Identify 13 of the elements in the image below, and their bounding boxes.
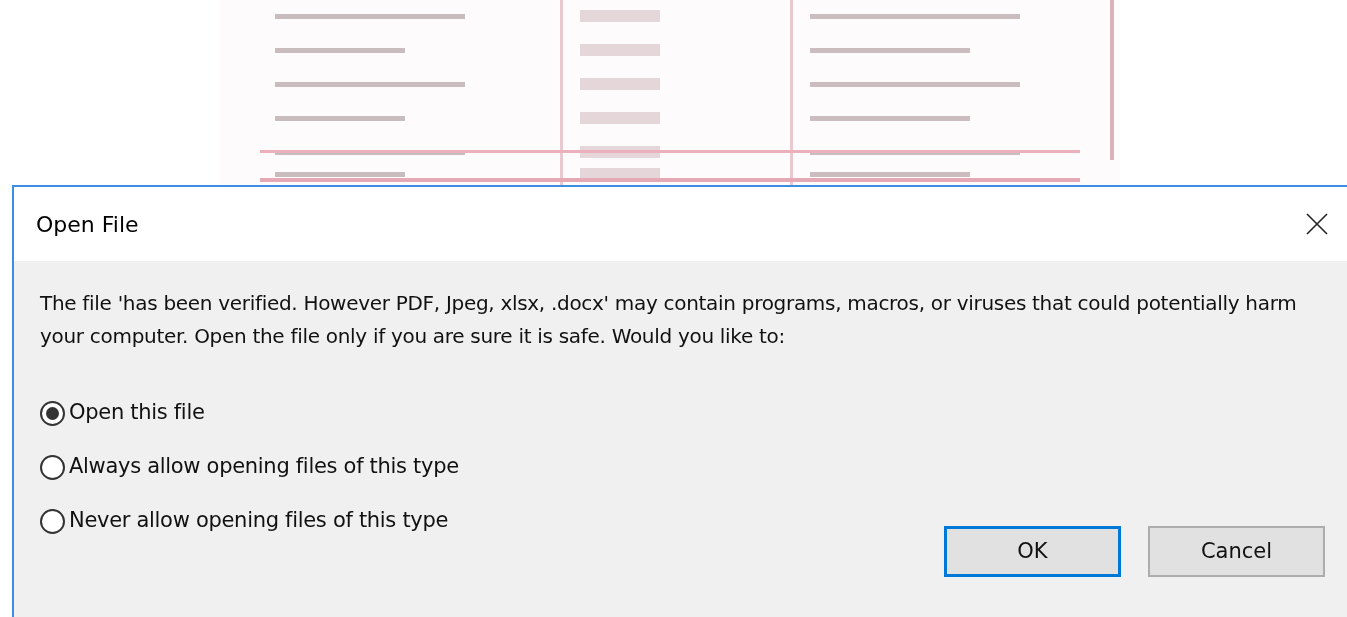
radio-button[interactable] — [40, 400, 65, 426]
dialog-button[interactable]: OK — [944, 526, 1121, 577]
option-label: Open this file — [69, 399, 205, 427]
radio-option[interactable]: Open this file — [40, 394, 1327, 432]
radio-button[interactable] — [40, 454, 65, 480]
close-icon — [1305, 212, 1329, 236]
window-title: Open File — [36, 210, 139, 239]
option-label: Never allow opening files of this type — [69, 507, 449, 535]
radio-option[interactable]: Always allow opening files of this type — [40, 448, 1327, 486]
message-text: The file 'has been verified. However PDF, Jpeg, xlsx, .docx' may contain programs, macros, or viruses that could potentially harm your computer. Open the file only if you are sure it is safe. Would you like to: — [40, 290, 1298, 350]
radio-button[interactable] — [40, 508, 65, 534]
dialog-button[interactable]: Cancel — [1148, 526, 1325, 577]
option-label: Always allow opening files of this type — [69, 453, 459, 481]
